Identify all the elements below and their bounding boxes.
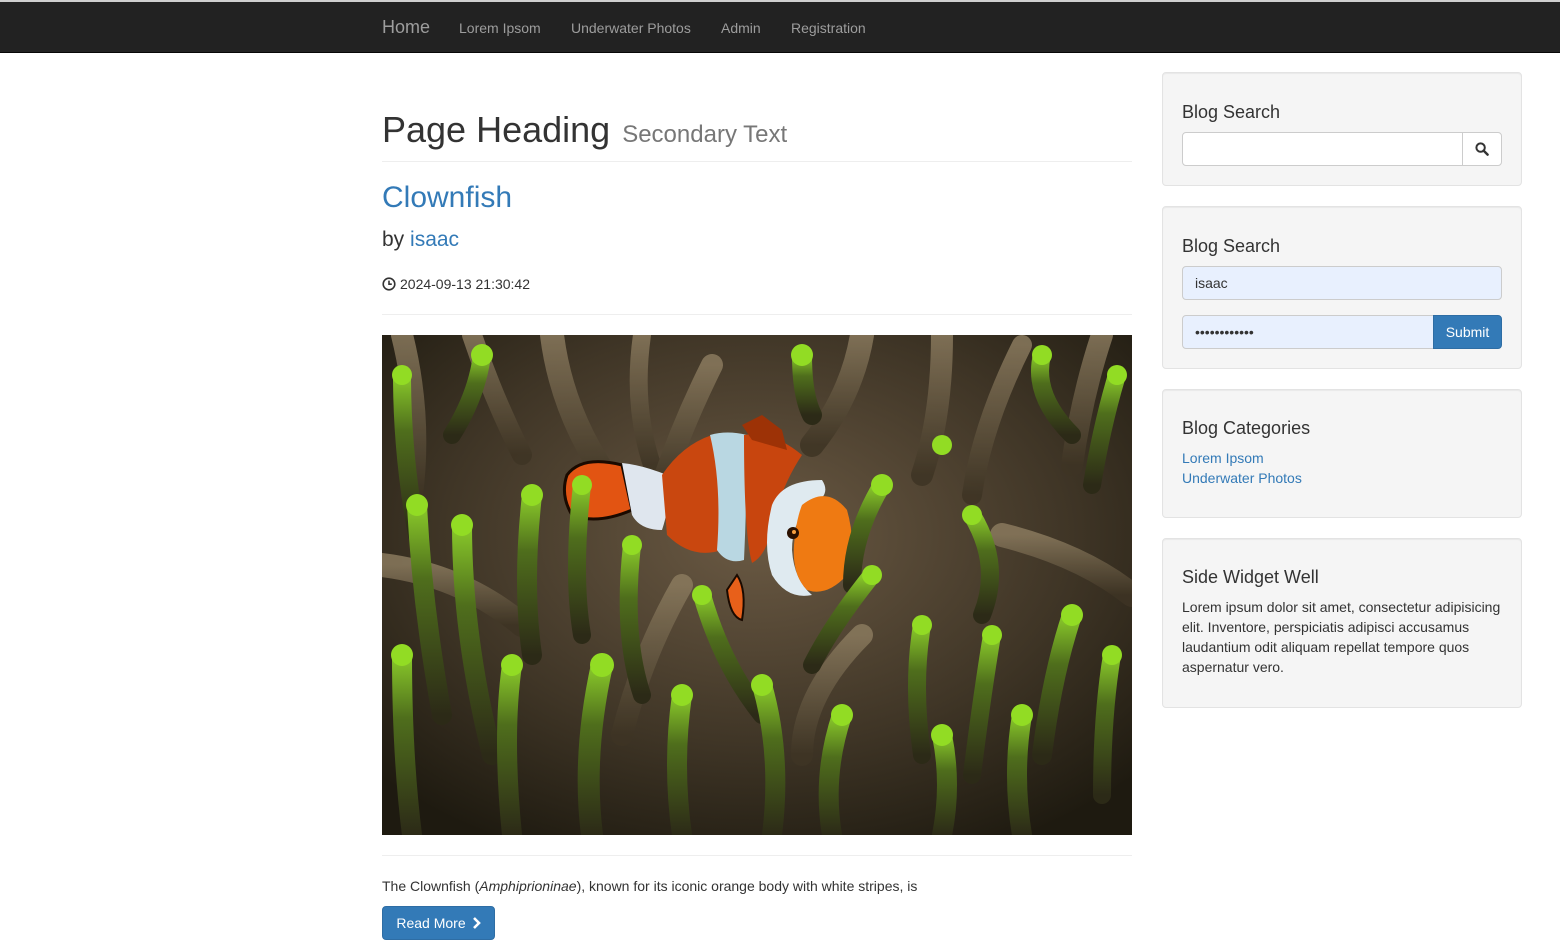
post-byline: by isaac — [382, 226, 459, 254]
password-input[interactable] — [1182, 315, 1434, 349]
excerpt-scientific-name: Amphiprioninae — [479, 878, 577, 894]
login-well: Blog Search Submit — [1162, 206, 1522, 369]
side-widget-well: Side Widget Well Lorem ipsum dolor sit a… — [1162, 538, 1522, 708]
page-heading-title: Page Heading — [382, 109, 611, 150]
blog-search-input[interactable] — [1182, 132, 1463, 166]
login-well-title: Blog Search — [1182, 236, 1281, 256]
post-excerpt: The Clownfish (Amphiprioninae), known fo… — [382, 877, 917, 895]
blog-categories-well: Blog Categories Lorem Ipsom Underwater P… — [1162, 389, 1522, 518]
post-title-link[interactable]: Clownfish — [382, 180, 512, 216]
post-author-link[interactable]: isaac — [410, 228, 459, 251]
blog-search-well: Blog Search — [1162, 72, 1522, 186]
username-input[interactable] — [1182, 266, 1502, 300]
nav-link-lorem-ipsom[interactable]: Lorem Ipsom — [459, 19, 541, 37]
heading-divider — [382, 161, 1132, 162]
nav-link-underwater-photos[interactable]: Underwater Photos — [571, 19, 691, 37]
nav-link-admin[interactable]: Admin — [721, 19, 761, 37]
side-widget-title: Side Widget Well — [1182, 567, 1319, 587]
submit-button[interactable]: Submit — [1433, 315, 1502, 349]
page-heading: Page Heading Secondary Text — [382, 108, 787, 157]
blog-search-title: Blog Search — [1182, 102, 1281, 122]
blog-categories-title: Blog Categories — [1182, 418, 1311, 438]
category-link-lorem-ipsom[interactable]: Lorem Ipsom — [1182, 448, 1264, 468]
read-more-label: Read More — [396, 915, 466, 931]
excerpt-text-start: The Clownfish ( — [382, 878, 480, 894]
post-timestamp: 2024-09-13 21:30:42 — [382, 275, 530, 293]
clownfish-photo — [382, 335, 1132, 835]
excerpt-text-end: ), known for its iconic orange body with… — [576, 878, 918, 894]
timestamp-divider — [382, 314, 1132, 315]
category-link-underwater-photos[interactable]: Underwater Photos — [1182, 468, 1302, 488]
blog-search-button[interactable] — [1462, 132, 1502, 166]
nav-home-link[interactable]: Home — [382, 16, 430, 38]
chevron-right-icon — [472, 917, 481, 929]
side-widget-text: Lorem ipsum dolor sit amet, consectetur … — [1182, 599, 1501, 675]
post-image — [382, 335, 1132, 835]
timestamp-text: 2024-09-13 21:30:42 — [400, 276, 530, 292]
image-divider — [382, 855, 1132, 856]
page-heading-subtitle: Secondary Text — [622, 121, 788, 148]
byline-label: by — [382, 228, 405, 251]
nav-link-registration[interactable]: Registration — [791, 19, 866, 37]
clock-icon — [382, 277, 396, 291]
search-icon — [1475, 142, 1489, 156]
read-more-button[interactable]: Read More — [382, 906, 495, 940]
navbar: Home Lorem Ipsom Underwater Photos Admin… — [0, 2, 1560, 53]
